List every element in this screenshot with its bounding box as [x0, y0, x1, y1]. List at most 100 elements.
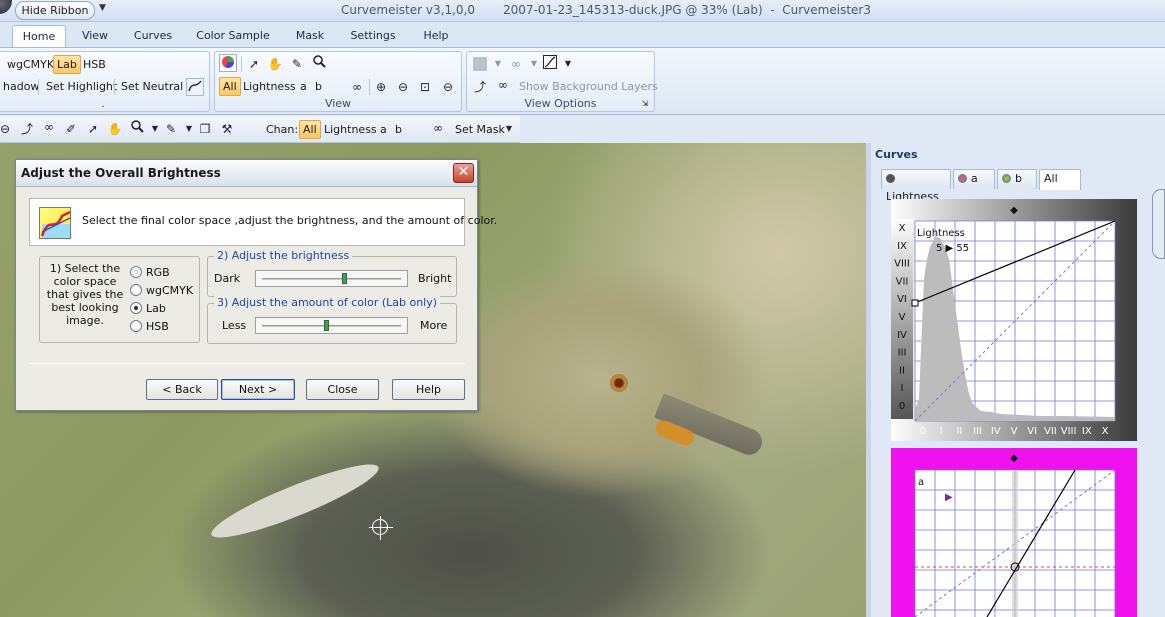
color-amount-slider[interactable] — [255, 317, 408, 334]
dialog-banner: Select the final color space ,adjust the… — [29, 198, 497, 246]
sample-point-icon[interactable]: ⤴ — [18, 120, 36, 138]
mask-icon[interactable]: ∞ — [429, 119, 447, 137]
curve-channel-label: Lightness — [917, 228, 965, 239]
tab-color-sample[interactable]: Color Sample — [193, 25, 273, 48]
set-shadow-button[interactable]: hadow — [0, 77, 43, 96]
tab-curves[interactable]: Curves — [128, 25, 178, 48]
show-background-layers-button[interactable]: Show Background Layers — [515, 77, 662, 96]
chan-b-button[interactable]: b — [391, 120, 406, 139]
curve-scroll-arrows-icon[interactable]: ◆ — [1010, 453, 1018, 464]
copy-icon[interactable]: ❐ — [196, 120, 214, 138]
step3-legend: 3) Adjust the amount of color (Lab only) — [214, 296, 441, 309]
curve-point[interactable] — [911, 299, 919, 307]
arrow-pointer-icon[interactable]: ➚ — [245, 55, 263, 73]
curve-tab-lightness[interactable]: Lightness — [881, 169, 951, 203]
view-lightness-button[interactable]: Lightness — [239, 77, 300, 96]
next-button[interactable]: Next > — [221, 379, 295, 400]
wgcmyk-button[interactable]: wgCMYK — [3, 55, 58, 74]
tab-mask[interactable]: Mask — [288, 25, 332, 48]
back-button[interactable]: < Back — [146, 379, 218, 400]
eyedropper-icon[interactable]: ✎ — [288, 55, 306, 73]
help-button[interactable]: Help — [392, 379, 465, 400]
tab-help[interactable]: Help — [417, 25, 455, 48]
mask-icon[interactable]: ∞ — [40, 118, 58, 136]
curve-tab-b[interactable]: b — [997, 169, 1037, 189]
set-neutral-button[interactable]: Set Neutral — [117, 77, 187, 96]
lightness-curve-graph[interactable]: ◆ Lightness 5 ▶ 55 X IX VIII VII VI V IV III II I… — [891, 199, 1137, 441]
zoom-fit-icon[interactable]: ⊡ — [416, 78, 434, 96]
brightness-slider[interactable] — [255, 270, 408, 287]
app-orb-button[interactable] — [0, 0, 12, 14]
radio-hsb[interactable]: HSB — [130, 320, 169, 336]
curve-graph-icon[interactable] — [541, 55, 559, 73]
curve-readout: 5 ▶ 55 — [936, 243, 969, 254]
radio-lab[interactable]: Lab — [130, 302, 166, 318]
zoom-actual-icon[interactable]: ⊖ — [439, 78, 457, 96]
zoom-in-icon[interactable]: ⊕ — [372, 78, 390, 96]
arrow-pointer-icon[interactable]: ➚ — [84, 120, 102, 138]
view-all-button[interactable]: All — [219, 77, 241, 96]
radio-button[interactable] — [130, 284, 142, 296]
radio-button[interactable] — [130, 266, 142, 278]
dropdown-arrow-icon[interactable]: ▼ — [559, 55, 577, 73]
brightness-slider-thumb[interactable] — [342, 273, 348, 284]
zoom-out-icon[interactable]: ⊖ — [394, 78, 412, 96]
ribbon-separator — [241, 56, 242, 72]
color-amount-slider-thumb[interactable] — [324, 320, 330, 331]
close-icon[interactable]: ✕ — [453, 163, 474, 183]
tab-settings[interactable]: Settings — [344, 25, 402, 48]
channel-label: Chan: — [266, 123, 299, 136]
dropdown-arrow-icon[interactable]: ▼ — [489, 55, 507, 73]
mask-toggle-icon[interactable]: ∞ — [348, 78, 366, 96]
radio-label: RGB — [146, 266, 170, 279]
y-tick-label: I — [901, 383, 904, 394]
a-curve-graph[interactable]: ◆ a ▶ — [891, 448, 1137, 617]
hsb-button[interactable]: HSB — [79, 55, 110, 74]
quick-access-dropdown-icon[interactable]: ▼ — [99, 3, 106, 13]
ribbon-group-view: ➚ ✋ ✎ All Lightness a b ∞ ⊕ ⊖ ⊡ ⊖ View — [214, 51, 462, 112]
radio-wgcmyk[interactable]: wgCMYK — [130, 284, 193, 300]
curve-tab-all[interactable]: All — [1039, 169, 1081, 190]
ribbon: wgCMYK Lab HSB hadow Set Highlight Set N… — [0, 47, 1165, 115]
eyedropper-icon[interactable]: ✎ — [162, 120, 180, 138]
layer-swatch-icon[interactable] — [473, 57, 487, 71]
side-widget-stub[interactable] — [1152, 189, 1165, 259]
curve-pen-icon[interactable]: ✐ — [62, 120, 80, 138]
close-button[interactable]: Close — [306, 379, 379, 400]
dropdown-arrow-icon[interactable]: ▼ — [500, 120, 518, 138]
lightness-curve-svg[interactable]: ◆ Lightness 5 ▶ 55 XIXVIIIVIIVIVIVIIIIII… — [891, 199, 1137, 441]
hide-ribbon-button[interactable]: Hide Ribbon — [15, 1, 95, 20]
hand-pan-icon[interactable]: ✋ — [266, 55, 284, 73]
color-wheel-icon[interactable] — [219, 54, 237, 72]
set-highlight-button[interactable]: Set Highlight — [42, 77, 121, 96]
radio-button[interactable] — [130, 320, 142, 332]
view-a-button[interactable]: a — [296, 77, 311, 96]
curve-channel-label: a — [918, 477, 924, 488]
sample-crosshair-icon[interactable] — [369, 516, 393, 540]
mask-icon[interactable]: ∞ — [494, 76, 512, 94]
sample-point-icon[interactable]: ⤴ — [471, 78, 489, 96]
dialog-launcher-icon[interactable]: ⇲ — [640, 99, 650, 109]
mask-disabled-icon[interactable]: ∞ — [507, 55, 525, 73]
chan-a-button[interactable]: a — [376, 120, 391, 139]
curve-pen-icon[interactable] — [186, 78, 204, 96]
tab-home[interactable]: Home — [12, 25, 66, 48]
chan-lightness-button[interactable]: Lightness — [320, 120, 381, 139]
view-b-button[interactable]: b — [311, 77, 326, 96]
a-curve-svg[interactable]: ◆ a ▶ — [891, 448, 1137, 617]
magnifier-icon[interactable] — [128, 120, 146, 138]
wrench-icon[interactable]: ⚒ — [218, 120, 236, 138]
tab-view[interactable]: View — [72, 25, 118, 48]
brightness-group: 2) Adjust the brightness Dark Bright — [207, 249, 457, 297]
dialog-instructions: Select the final color space ,adjust the… — [82, 214, 498, 227]
zoom-out-icon[interactable]: ⊖ — [0, 120, 14, 138]
ribbon-separator — [38, 79, 39, 95]
lab-button[interactable]: Lab — [53, 55, 81, 74]
curve-tab-a[interactable]: a — [953, 169, 995, 189]
radio-rgb[interactable]: RGB — [130, 266, 170, 282]
hand-pan-icon[interactable]: ✋ — [106, 120, 124, 138]
radio-button-selected[interactable] — [130, 302, 142, 314]
chan-all-button[interactable]: All — [299, 120, 321, 139]
curve-scroll-arrows-icon[interactable]: ◆ — [1010, 205, 1018, 216]
magnifier-icon[interactable] — [310, 55, 328, 73]
